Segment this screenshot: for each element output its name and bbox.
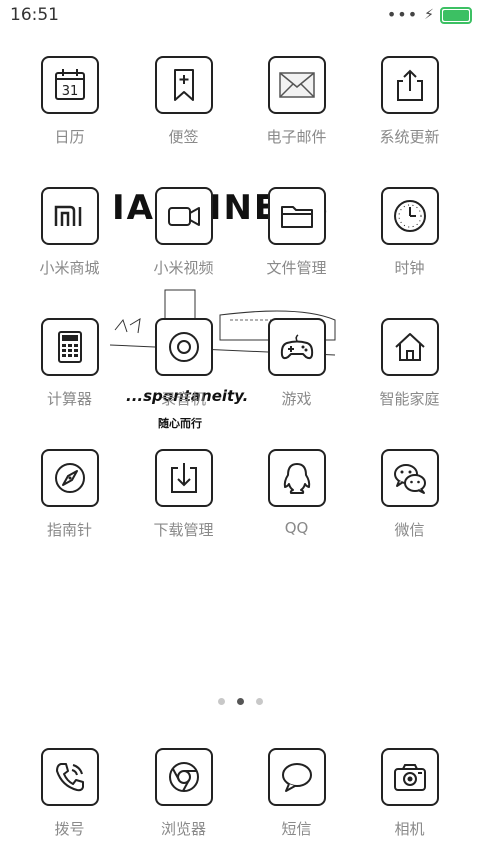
notes-icon	[173, 69, 194, 101]
app-calculator[interactable]: 计算器	[13, 318, 126, 409]
app-label: 文件管理	[266, 259, 327, 277]
calendar-icon: 31	[54, 69, 85, 100]
app-label: 微信	[394, 521, 425, 539]
phone-icon	[55, 763, 84, 792]
dock-camera[interactable]: 相机	[353, 748, 466, 839]
app-games[interactable]: 游戏	[240, 318, 353, 409]
app-label: 拨号	[54, 820, 85, 838]
battery-fill	[443, 9, 469, 21]
recorder-icon	[168, 332, 199, 362]
app-file-manager[interactable]: 文件管理	[240, 187, 353, 278]
qq-icon	[283, 463, 310, 494]
page-dot[interactable]	[255, 698, 263, 705]
app-label: 便签	[168, 128, 199, 146]
app-notes[interactable]: 便签	[127, 56, 240, 147]
app-label: 游戏	[281, 390, 312, 408]
app-label: 日历	[54, 128, 85, 146]
dock-phone[interactable]: 拨号	[13, 748, 126, 839]
video-icon	[167, 207, 200, 226]
dock-messages[interactable]: 短信	[240, 748, 353, 839]
dock-browser[interactable]: 浏览器	[127, 748, 240, 839]
page-dot-active[interactable]	[236, 698, 244, 705]
app-label: 指南针	[46, 521, 92, 539]
app-mi-video[interactable]: 小米视频	[127, 187, 240, 278]
app-label: 浏览器	[160, 820, 206, 838]
camera-icon	[393, 764, 426, 791]
mi-store-icon	[54, 205, 81, 226]
wechat-icon	[393, 464, 426, 494]
app-compass[interactable]: 指南针	[13, 449, 126, 540]
download-icon	[170, 463, 197, 493]
app-label: 智能家庭	[379, 390, 440, 408]
page-indicator	[0, 698, 480, 705]
app-wechat[interactable]: 微信	[353, 449, 466, 540]
wallpaper-caption-cn: 随心而行	[158, 417, 202, 430]
clock-time: 16:51	[10, 5, 59, 25]
app-label: 短信	[281, 820, 312, 838]
mail-icon	[278, 72, 315, 98]
folder-icon	[280, 206, 313, 228]
app-label: 电子邮件	[266, 128, 327, 146]
browser-icon	[168, 762, 199, 792]
message-icon	[281, 763, 312, 792]
app-email[interactable]: 电子邮件	[240, 56, 353, 147]
status-bar: 16:51 ••• ⚡	[0, 0, 480, 30]
app-system-update[interactable]: 系统更新	[353, 56, 466, 147]
app-label: 小米视频	[153, 259, 214, 277]
battery-icon	[440, 6, 472, 24]
app-label: 计算器	[46, 390, 92, 408]
app-label: 小米商城	[39, 259, 100, 277]
app-label: 相机	[394, 820, 425, 838]
app-label: 时钟	[394, 259, 425, 277]
app-label: 系统更新	[379, 128, 440, 146]
app-smart-home[interactable]: 智能家庭	[353, 318, 466, 409]
app-mi-store[interactable]: 小米商城	[13, 187, 126, 278]
calendar-day: 31	[61, 84, 78, 99]
signal-icon: •••	[386, 5, 419, 24]
app-download-manager[interactable]: 下载管理	[127, 449, 240, 540]
app-label: QQ	[284, 519, 309, 537]
bolt-icon: ⚡	[424, 7, 434, 23]
calculator-icon	[57, 331, 82, 363]
clock-icon	[393, 200, 426, 232]
app-label: 下载管理	[153, 521, 214, 539]
gamepad-icon	[280, 334, 313, 360]
app-qq[interactable]: QQ	[240, 449, 353, 537]
app-clock[interactable]: 时钟	[353, 187, 466, 278]
app-calendar[interactable]: 31 日历	[13, 56, 126, 147]
app-recorder[interactable]: 录音机	[127, 318, 240, 409]
compass-icon	[54, 463, 85, 493]
update-icon	[396, 69, 423, 101]
app-label: 录音机	[160, 390, 206, 408]
home-icon	[394, 333, 425, 361]
page-dot[interactable]	[217, 698, 225, 705]
